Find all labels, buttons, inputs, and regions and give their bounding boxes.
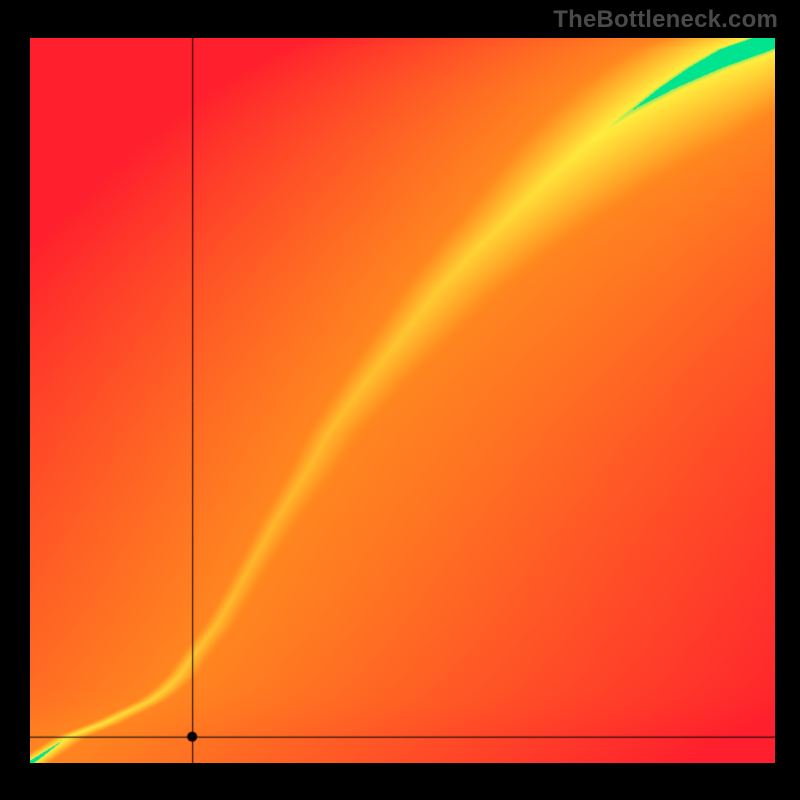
chart-frame: TheBottleneck.com [0, 0, 800, 800]
heatmap-canvas [30, 38, 775, 763]
watermark-text: TheBottleneck.com [553, 6, 778, 34]
